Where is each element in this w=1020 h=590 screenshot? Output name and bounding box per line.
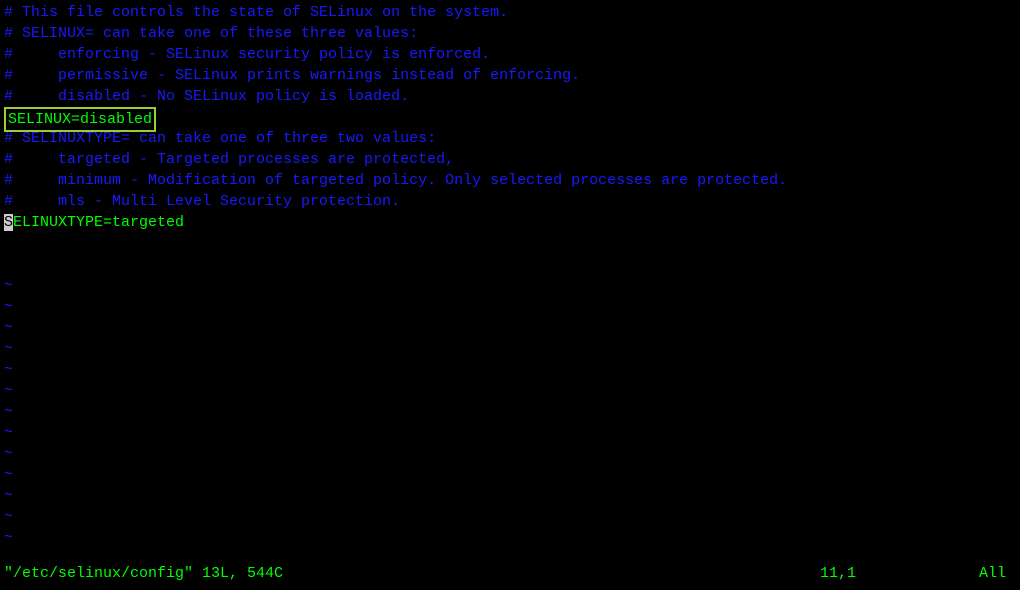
- status-filename: "/etc/selinux/config" 13L, 544C: [4, 563, 283, 584]
- tilde-line: ~: [4, 443, 1016, 464]
- tilde-line: ~: [4, 296, 1016, 317]
- comment-line: # disabled - No SELinux policy is loaded…: [4, 86, 1016, 107]
- config-text: ELINUXTYPE=targeted: [13, 214, 184, 231]
- comment-line: # permissive - SELinux prints warnings i…: [4, 65, 1016, 86]
- empty-line: [4, 233, 1016, 254]
- tilde-line: ~: [4, 359, 1016, 380]
- empty-line: [4, 254, 1016, 275]
- tilde-line: ~: [4, 485, 1016, 506]
- tilde-line: ~: [4, 275, 1016, 296]
- comment-line: # targeted - Targeted processes are prot…: [4, 149, 1016, 170]
- comment-line: # SELINUX= can take one of these three v…: [4, 23, 1016, 44]
- status-view-indicator: All: [979, 563, 1006, 584]
- comment-line: # mls - Multi Level Security protection.: [4, 191, 1016, 212]
- tilde-line: ~: [4, 527, 1016, 548]
- tilde-line: ~: [4, 317, 1016, 338]
- tilde-line: ~: [4, 464, 1016, 485]
- tilde-line: ~: [4, 422, 1016, 443]
- tilde-line: ~: [4, 506, 1016, 527]
- config-line-selinux: SELINUX=disabled: [4, 107, 1016, 128]
- comment-line: # SELINUXTYPE= can take one of three two…: [4, 128, 1016, 149]
- config-line-selinuxtype[interactable]: SELINUXTYPE=targeted: [4, 212, 1016, 233]
- status-cursor-position: 11,1: [820, 563, 856, 584]
- cursor: S: [4, 214, 13, 231]
- comment-line: # minimum - Modification of targeted pol…: [4, 170, 1016, 191]
- vim-status-bar: "/etc/selinux/config" 13L, 544C 11,1 All: [4, 563, 1016, 584]
- tilde-line: ~: [4, 401, 1016, 422]
- comment-line: # enforcing - SELinux security policy is…: [4, 44, 1016, 65]
- tilde-line: ~: [4, 380, 1016, 401]
- tilde-line: ~: [4, 338, 1016, 359]
- comment-line: # This file controls the state of SELinu…: [4, 2, 1016, 23]
